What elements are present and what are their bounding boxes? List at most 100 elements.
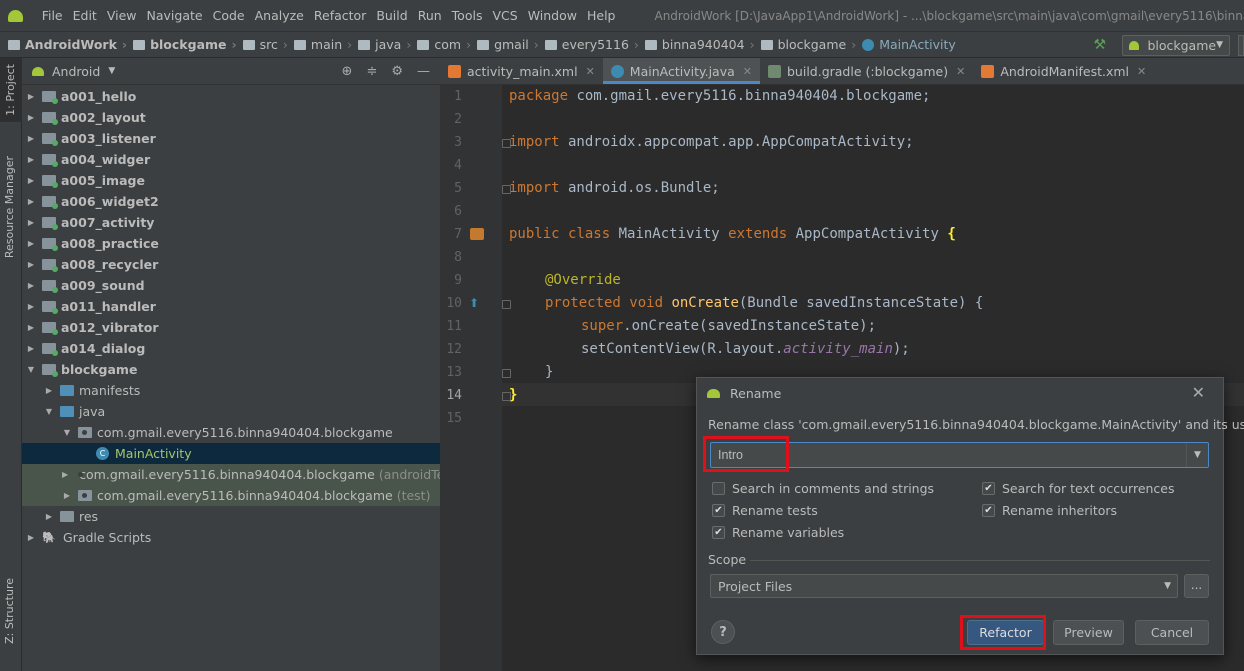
tree-item[interactable]: ▶ a008_practice <box>22 233 440 254</box>
checkbox-box[interactable]: ✔ <box>982 504 995 517</box>
breadcrumb-item[interactable]: src › <box>242 37 294 52</box>
tree-item[interactable]: ▶ manifests <box>22 380 440 401</box>
chevron-down-icon[interactable]: ▼ <box>1186 443 1208 467</box>
chevron-right-icon[interactable]: ▶ <box>26 344 36 354</box>
chevron-right-icon[interactable]: ▶ <box>62 491 72 501</box>
tab-resource-manager[interactable]: Resource Manager <box>3 156 16 258</box>
tree-item[interactable]: C MainActivity <box>22 443 440 464</box>
menu-edit[interactable]: Edit <box>68 8 102 23</box>
chevron-right-icon[interactable]: ▶ <box>26 113 36 123</box>
chevron-right-icon[interactable]: ▶ <box>26 176 36 186</box>
project-view-select[interactable]: Android <box>52 64 100 79</box>
editor-tab[interactable]: build.gradle (:blockgame) ✕ <box>760 58 973 84</box>
run-config-select[interactable]: blockgame ▼ <box>1122 34 1230 56</box>
scope-browse-button[interactable]: ... <box>1184 574 1209 598</box>
tree-item[interactable]: ▶ a012_vibrator <box>22 317 440 338</box>
chevron-right-icon[interactable]: ▶ <box>26 323 36 333</box>
close-icon[interactable]: ✕ <box>586 65 595 78</box>
rename-inheritors-checkbox[interactable]: ✔ Rename inheritors <box>982 503 1117 518</box>
chevron-right-icon[interactable]: ▶ <box>26 134 36 144</box>
tree-item[interactable]: ▶ 🐘 Gradle Scripts <box>22 527 440 548</box>
tree-item[interactable]: ▶ a007_activity <box>22 212 440 233</box>
chevron-right-icon[interactable]: ▶ <box>26 533 36 543</box>
breadcrumb-item[interactable]: com › <box>417 37 477 52</box>
scope-select[interactable]: Project Files ▼ <box>710 574 1178 598</box>
tree-item[interactable]: ▶ a014_dialog <box>22 338 440 359</box>
close-icon[interactable]: ✕ <box>956 65 965 78</box>
tab-structure[interactable]: Z: Structure <box>3 578 16 644</box>
chevron-right-icon[interactable]: ▶ <box>26 302 36 312</box>
tree-item[interactable]: ▶ com.gmail.every5116.binna940404.blockga… <box>22 485 440 506</box>
chevron-down-icon[interactable]: ▼ <box>26 365 36 375</box>
collapse-all-icon[interactable]: ≑ <box>366 64 377 79</box>
menu-analyze[interactable]: Analyze <box>250 8 309 23</box>
tree-item[interactable]: ▼ blockgame <box>22 359 440 380</box>
tab-project[interactable]: 1: Project <box>0 58 22 122</box>
cancel-button[interactable]: Cancel <box>1135 620 1209 645</box>
menu-tools[interactable]: Tools <box>447 8 488 23</box>
locate-icon[interactable]: ⊕ <box>342 64 353 79</box>
chevron-right-icon[interactable]: ▶ <box>44 386 54 396</box>
close-icon[interactable]: ✕ <box>743 65 752 78</box>
chevron-down-icon[interactable]: ▼ <box>108 66 115 76</box>
checkbox-box[interactable]: ✔ <box>982 482 995 495</box>
checkbox-box[interactable]: ✔ <box>712 504 725 517</box>
minimize-icon[interactable]: — <box>417 64 430 79</box>
rename-tests-checkbox[interactable]: ✔ Rename tests <box>712 503 818 518</box>
chevron-right-icon[interactable]: ▶ <box>26 281 36 291</box>
editor-tab[interactable]: activity_main.xml ✕ <box>440 58 603 84</box>
tree-item[interactable]: ▼ com.gmail.every5116.binna940404.blockga… <box>22 422 440 443</box>
checkbox-box[interactable] <box>712 482 725 495</box>
tree-item[interactable]: ▶ a003_listener <box>22 128 440 149</box>
tree-item[interactable]: ▶ a002_layout <box>22 107 440 128</box>
chevron-right-icon[interactable]: ▶ <box>62 470 68 480</box>
search-text-checkbox[interactable]: ✔ Search for text occurrences <box>982 481 1175 496</box>
breadcrumb-item[interactable]: main › <box>293 37 358 52</box>
breadcrumb-item[interactable]: AndroidWork › <box>8 37 133 52</box>
tree-item[interactable]: ▶ com.gmail.every5116.binna940404.blockga… <box>22 464 461 485</box>
close-icon[interactable]: ✕ <box>1192 383 1205 402</box>
override-icon[interactable]: ⬆ <box>469 296 483 310</box>
breadcrumb-item[interactable]: gmail › <box>477 37 545 52</box>
breadcrumb-item[interactable]: MainActivity <box>862 37 956 52</box>
menu-vcs[interactable]: VCS <box>487 8 522 23</box>
chevron-right-icon[interactable]: ▶ <box>26 239 36 249</box>
tree-item[interactable]: ▶ a009_sound <box>22 275 440 296</box>
menu-code[interactable]: Code <box>208 8 250 23</box>
chevron-right-icon[interactable]: ▶ <box>26 218 36 228</box>
breadcrumb-item[interactable]: blockgame › <box>133 37 243 52</box>
editor-tab[interactable]: MainActivity.java ✕ <box>602 58 761 84</box>
chevron-right-icon[interactable]: ▶ <box>26 155 36 165</box>
breadcrumb-item[interactable]: every5116 › <box>544 37 645 52</box>
breadcrumb-item[interactable]: binna940404 › <box>644 37 761 52</box>
help-button[interactable]: ? <box>711 620 735 644</box>
menu-refactor[interactable]: Refactor <box>309 8 371 23</box>
menu-run[interactable]: Run <box>413 8 447 23</box>
gear-icon[interactable]: ⚙ <box>391 64 403 79</box>
chevron-down-icon[interactable]: ▼ <box>44 407 54 417</box>
tree-item[interactable]: ▼ java <box>22 401 440 422</box>
tree-item[interactable]: ▶ a008_recycler <box>22 254 440 275</box>
menu-file[interactable]: File <box>37 8 68 23</box>
chevron-right-icon[interactable]: ▶ <box>26 260 36 270</box>
menu-navigate[interactable]: Navigate <box>142 8 208 23</box>
tree-item[interactable]: ▶ a004_widger <box>22 149 440 170</box>
android-activity-icon[interactable] <box>470 228 484 240</box>
menu-help[interactable]: Help <box>582 8 621 23</box>
chevron-right-icon[interactable]: ▶ <box>26 197 36 207</box>
tree-item[interactable]: ▶ a006_widget2 <box>22 191 440 212</box>
tree-item[interactable]: ▶ a001_hello <box>22 86 440 107</box>
close-icon[interactable]: ✕ <box>1137 65 1146 78</box>
preview-button[interactable]: Preview <box>1053 620 1124 645</box>
checkbox-box[interactable]: ✔ <box>712 526 725 539</box>
chevron-right-icon[interactable]: ▶ <box>26 92 36 102</box>
tree-item[interactable]: ▶ a005_image <box>22 170 440 191</box>
editor-tab[interactable]: AndroidManifest.xml ✕ <box>973 58 1154 84</box>
breadcrumb-item[interactable]: blockgame › <box>760 37 863 52</box>
breadcrumb-item[interactable]: java › <box>358 37 417 52</box>
rename-variables-checkbox[interactable]: ✔ Rename variables <box>712 525 844 540</box>
menu-window[interactable]: Window <box>523 8 582 23</box>
tree-item[interactable]: ▶ res <box>22 506 440 527</box>
tree-item[interactable]: ▶ a011_handler <box>22 296 440 317</box>
menu-build[interactable]: Build <box>371 8 412 23</box>
